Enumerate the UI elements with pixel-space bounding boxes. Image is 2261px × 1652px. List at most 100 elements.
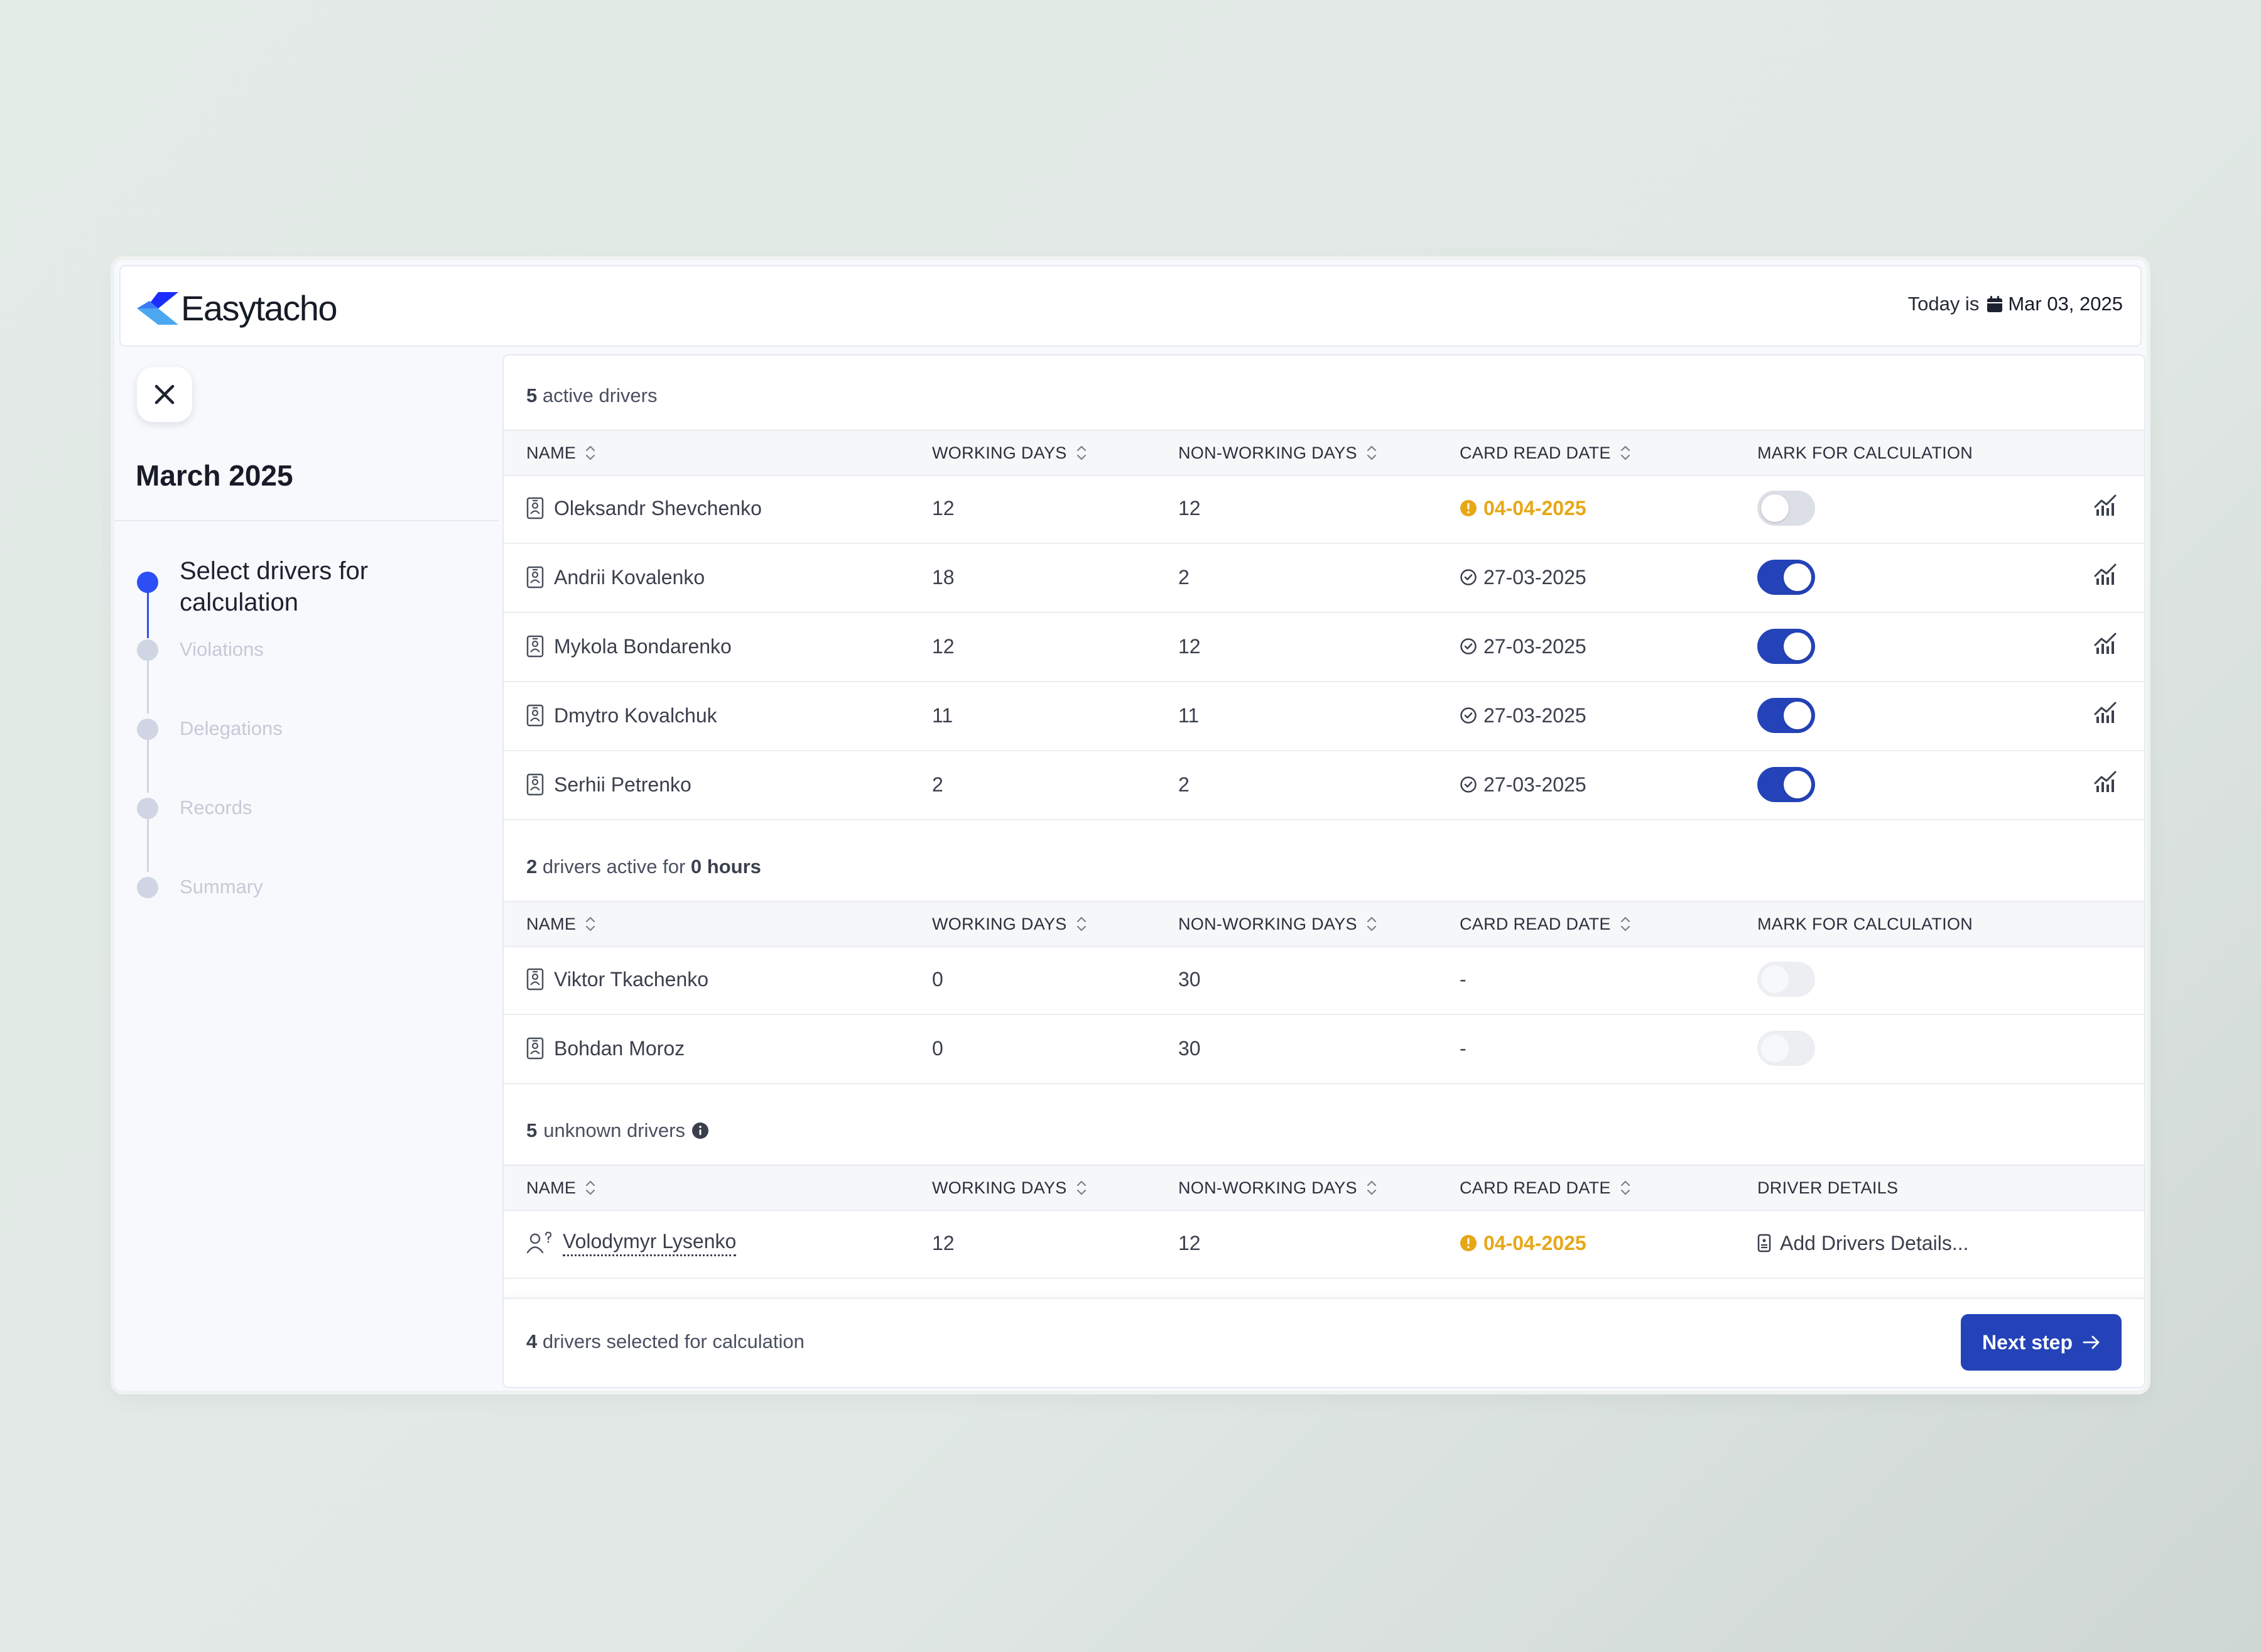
info-icon[interactable]: [691, 1122, 709, 1139]
table-row[interactable]: Mykola Bondarenko 12 12 27-03-2025: [504, 612, 2144, 682]
card-read-date-cell: 27-03-2025: [1460, 612, 1586, 681]
mark-toggle[interactable]: [1757, 629, 1815, 664]
column-header-non-working-days[interactable]: NON-WORKING DAYS: [1178, 902, 1377, 946]
unknown-count: 5: [526, 1119, 538, 1141]
mark-toggle[interactable]: [1757, 560, 1815, 595]
mark-toggle[interactable]: [1757, 698, 1815, 733]
table-row[interactable]: Bohdan Moroz 0 30 -: [504, 1014, 2144, 1084]
column-header-name[interactable]: NAME: [526, 431, 596, 475]
working-days-cell: 12: [932, 634, 955, 658]
top-bar: Easytacho Today is Mar 03, 2025: [119, 265, 2142, 347]
active-title: active drivers: [542, 384, 658, 406]
column-header-card-read-date[interactable]: CARD READ DATE: [1460, 1166, 1631, 1210]
card-read-date: 27-03-2025: [1483, 704, 1586, 727]
working-days-cell: 11: [932, 704, 953, 727]
today-date: Mar 03, 2025: [2008, 293, 2123, 315]
check-circle-icon: [1460, 707, 1477, 724]
non-working-days-cell: 12: [1178, 1231, 1201, 1254]
non-working-days-cell: 2: [1178, 565, 1190, 589]
check-circle-icon: [1460, 638, 1477, 655]
next-step-label: Next step: [1982, 1330, 2073, 1354]
working-days-cell: 18: [932, 565, 955, 589]
driver-name: Dmytro Kovalchuk: [554, 704, 717, 727]
table-row[interactable]: Oleksandr Shevchenko 12 12 04-04-2025: [504, 474, 2144, 544]
sort-icon: [1620, 445, 1630, 460]
sort-icon: [586, 445, 595, 460]
selected-count: 4: [526, 1330, 538, 1352]
driver-card-icon: [526, 1037, 544, 1060]
column-header-driver-details: DRIVER DETAILS: [1757, 1178, 1899, 1197]
sort-icon: [1367, 1180, 1376, 1195]
working-days-cell: 0: [932, 967, 943, 991]
table-row[interactable]: Viktor Tkachenko 0 30 -: [504, 945, 2144, 1015]
table-row[interactable]: Volodymyr Lysenko 12 12 04-04-2025 Add D…: [504, 1209, 2144, 1279]
chart-icon[interactable]: [2094, 702, 2118, 724]
today-indicator: Today is Mar 03, 2025: [1908, 293, 2123, 315]
column-header-non-working-days[interactable]: NON-WORKING DAYS: [1178, 431, 1377, 475]
non-working-days-cell: 12: [1178, 634, 1201, 658]
driver-name-cell: Dmytro Kovalchuk: [526, 681, 717, 750]
section-title-zero-hours: 2 drivers active for 0 hours: [526, 856, 761, 878]
next-step-button[interactable]: Next step: [1961, 1314, 2122, 1371]
step-label: Records: [180, 796, 252, 818]
add-driver-details-link[interactable]: Add Drivers Details...: [1757, 1209, 1969, 1278]
chart-icon[interactable]: [2094, 771, 2118, 793]
card-read-date-cell: 27-03-2025: [1460, 750, 1586, 819]
check-circle-icon: [1460, 569, 1477, 585]
main-panel: 5 active drivers NAME WORKING DAYS NON-W…: [502, 354, 2145, 1388]
mark-toggle[interactable]: [1757, 767, 1815, 802]
zero-count: 2: [526, 856, 538, 878]
chart-icon[interactable]: [2094, 494, 2118, 517]
table-row[interactable]: Dmytro Kovalchuk 11 11 27-03-2025: [504, 681, 2144, 751]
warning-icon: [1460, 1235, 1477, 1251]
selected-count-text: 4 drivers selected for calculation: [526, 1330, 805, 1353]
column-header-card-read-date[interactable]: CARD READ DATE: [1460, 431, 1631, 475]
sort-icon: [1076, 916, 1086, 932]
chart-icon[interactable]: [2094, 633, 2118, 655]
toggle-knob: [1761, 1035, 1789, 1062]
card-read-date: 27-03-2025: [1483, 565, 1586, 589]
sort-icon: [1076, 1180, 1086, 1195]
card-read-date: 04-04-2025: [1483, 496, 1586, 519]
driver-name-cell: Viktor Tkachenko: [526, 945, 708, 1014]
easytacho-logo-icon: [137, 291, 178, 325]
working-days-cell: 12: [932, 496, 955, 519]
section-title-active: 5 active drivers: [526, 384, 657, 407]
column-header-name[interactable]: NAME: [526, 902, 596, 946]
chart-icon[interactable]: [2094, 563, 2118, 586]
column-header-working-days[interactable]: WORKING DAYS: [932, 902, 1087, 946]
footer-bar: 4 drivers selected for calculation Next …: [504, 1298, 2144, 1387]
driver-name: Andrii Kovalenko: [554, 565, 705, 589]
driver-name-cell[interactable]: Volodymyr Lysenko: [526, 1209, 737, 1278]
driver-card-icon: [526, 566, 544, 589]
table-row[interactable]: Serhii Petrenko 2 2 27-03-2025: [504, 750, 2144, 820]
column-header-mark: MARK FOR CALCULATION: [1757, 443, 1973, 462]
driver-name: Bohdan Moroz: [554, 1036, 685, 1060]
active-count: 5: [526, 384, 538, 406]
table-header-zero-hours: NAME WORKING DAYS NON-WORKING DAYS CARD …: [504, 901, 2144, 947]
column-header-non-working-days[interactable]: NON-WORKING DAYS: [1178, 1166, 1377, 1210]
card-read-date: 04-04-2025: [1483, 1231, 1586, 1254]
card-read-date-cell: -: [1460, 967, 1467, 991]
close-button[interactable]: [137, 367, 192, 422]
non-working-days-cell: 12: [1178, 496, 1201, 519]
card-read-date-cell: 27-03-2025: [1460, 543, 1586, 612]
today-label: Today is: [1907, 293, 1980, 315]
app-window: Easytacho Today is Mar 03, 2025 March 20…: [114, 260, 2147, 1391]
mark-toggle[interactable]: [1757, 491, 1815, 526]
toggle-knob: [1761, 965, 1789, 993]
non-working-days-cell: 2: [1178, 773, 1190, 796]
driver-name-cell: Andrii Kovalenko: [526, 543, 705, 612]
step-indicator: [137, 798, 158, 819]
driver-card-icon: [526, 704, 544, 727]
table-row[interactable]: Andrii Kovalenko 18 2 27-03-2025: [504, 543, 2144, 613]
column-header-card-read-date[interactable]: CARD READ DATE: [1460, 902, 1631, 946]
column-header-working-days[interactable]: WORKING DAYS: [932, 431, 1087, 475]
unknown-title: unknown drivers: [543, 1119, 685, 1141]
brand-logo[interactable]: Easytacho: [137, 288, 338, 329]
column-header-working-days[interactable]: WORKING DAYS: [932, 1166, 1087, 1210]
driver-name-cell: Bohdan Moroz: [526, 1014, 685, 1083]
column-header-name[interactable]: NAME: [526, 1166, 596, 1210]
sort-icon: [1076, 445, 1086, 460]
step-indicator: [137, 877, 158, 898]
